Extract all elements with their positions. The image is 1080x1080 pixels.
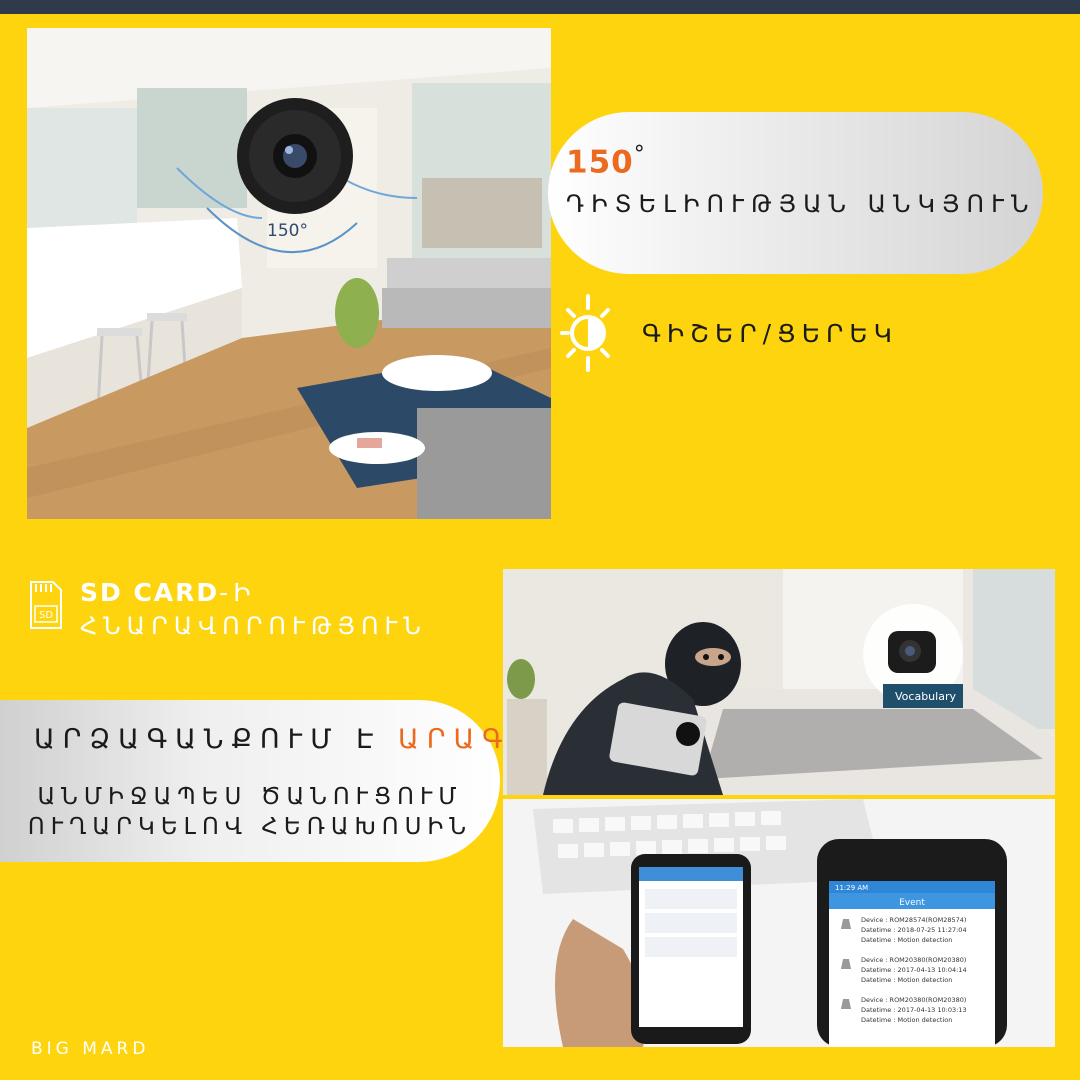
event-device: Device : ROM28574(ROM28574)	[861, 916, 966, 924]
sd-icon-text: SD	[39, 610, 53, 621]
event-device: Device : ROM20380(ROM20380)	[861, 996, 966, 1004]
event-device: Device : ROM20380(ROM20380)	[861, 956, 966, 964]
recording-line-2: ՈՒՂԱՐԿԵԼՈՎ ՀԵՌԱԽՈՍԻՆ	[27, 814, 473, 840]
sd-card-icon: SD	[30, 581, 62, 629]
event-motion: Datetime : Motion detection	[861, 1016, 952, 1024]
event-motion: Datetime : Motion detection	[861, 976, 952, 984]
screen-title: Event	[899, 898, 925, 908]
yellow-canvas: 150° 150° ԴԻՏԵԼԻՈՒԹՅԱՆ ԱՆԿՅՈՒՆ ԳԻՇԵՐ/ՑԵՐ…	[0, 14, 1080, 1080]
living-room-photo: 150°	[27, 28, 551, 519]
room-angle-label: 150°	[267, 221, 308, 241]
viewing-angle-label: ԴԻՏԵԼԻՈՒԹՅԱՆ ԱՆԿՅՈՒՆ	[566, 190, 1036, 218]
recording-heading: ԱՐՁԱԳԱՆՔՈՒՄ Է ԱՐԱԳ՝	[34, 724, 525, 755]
day-night-icon	[560, 294, 610, 372]
angle-number: 150	[566, 144, 634, 181]
viewing-angle-value: 150°	[566, 142, 646, 180]
event-datetime: Datetime : 2017-04-13 10:04:14	[861, 966, 967, 974]
sd-card-title-main: SD CARD	[80, 578, 220, 607]
event-datetime: Datetime : 2018-07-25 11:27:04	[861, 926, 967, 934]
recording-line-1: ԱՆՄԻՋԱՊԵՍ ԾԱՆՈՒՑՈՒՄ	[37, 784, 463, 810]
day-night-label: ԳԻՇԵՐ/ՑԵՐԵԿ	[642, 319, 898, 348]
event-motion: Datetime : Motion detection	[861, 936, 952, 944]
sd-card-title-suffix: -Ի	[219, 578, 256, 607]
book-text: Vocabulary	[895, 690, 956, 703]
viewing-angle-pill: 150° ԴԻՏԵԼԻՈՒԹՅԱՆ ԱՆԿՅՈՒՆ	[548, 112, 1043, 274]
sd-card-subtitle: ՀՆԱՐԱՎՈՐՈՒԹՅՈՒՆ	[80, 612, 427, 640]
phones-photo: 11:29 AM Event Device : ROM28574(ROM2857…	[503, 799, 1055, 1047]
burglar-photo: Vocabulary	[503, 569, 1055, 795]
brand-label: BIG MARD	[31, 1039, 150, 1059]
event-datetime: Datetime : 2017-04-13 10:03:13	[861, 1006, 967, 1014]
recording-pill: ԱՐՁԱԳԱՆՔՈՒՄ Է ԱՐԱԳ՝ ԱՆՄԻՋԱՊԵՍ ԾԱՆՈՒՑՈՒՄ …	[0, 700, 517, 862]
recording-heading-prefix: ԱՐՁԱԳԱՆՔՈՒՄ Է	[34, 724, 399, 755]
sd-card-title: SD CARD-Ի	[80, 578, 255, 607]
status-time: 11:29 AM	[835, 884, 868, 892]
angle-degree: °	[633, 142, 646, 167]
